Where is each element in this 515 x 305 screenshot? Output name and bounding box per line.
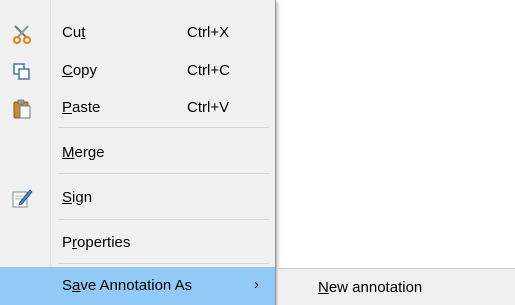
menu-item-sign[interactable]: Sign [0,179,275,217]
menu-separator [58,263,269,264]
menu-item-merge[interactable]: Merge [0,134,275,172]
menu-item-save-annotation-as-label: Save Annotation As [62,277,193,294]
menu-separator [58,173,269,174]
menu-separator [58,127,269,128]
submenu-item-new-annotation-label: New annotation [318,279,423,296]
menu-item-copy-shortcut: Ctrl+C [187,62,230,79]
menu-item-cut-shortcut: Ctrl+X [187,24,230,41]
context-menu: Cut Ctrl+X Copy Ctrl+C Paste Ctrl+V Merg… [0,0,276,305]
menu-item-cut-label: Cut [62,24,86,41]
scissors-icon [11,23,33,45]
menu-item-copy-label: Copy [62,62,98,79]
copy-icon [11,61,33,83]
menu-item-sign-label: Sign [62,189,93,206]
menu-item-properties[interactable]: Properties [0,224,275,262]
menu-item-paste-label: Paste [62,99,101,116]
menu-item-save-annotation-as[interactable]: Save Annotation As › [0,267,275,305]
save-annotation-submenu: New annotation [278,268,515,305]
sign-pen-icon [11,188,33,210]
paste-icon [11,98,33,120]
submenu-item-new-annotation[interactable]: New annotation [278,269,515,305]
menu-separator [58,219,269,220]
menu-item-properties-label: Properties [62,234,131,251]
menu-item-cut[interactable]: Cut Ctrl+X [0,14,275,52]
menu-item-merge-label: Merge [62,144,105,161]
submenu-arrow-icon: › [254,276,259,293]
menu-item-paste[interactable]: Paste Ctrl+V [0,89,275,127]
menu-item-copy[interactable]: Copy Ctrl+C [0,52,275,90]
menu-item-paste-shortcut: Ctrl+V [187,99,230,116]
